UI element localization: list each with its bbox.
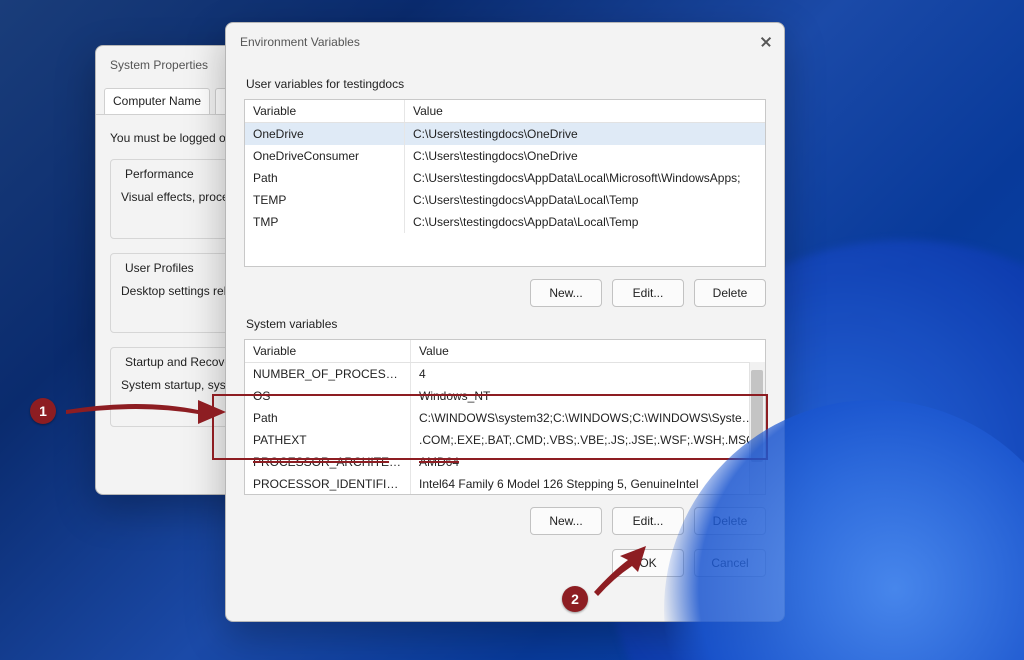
cell-value: C:\Users\testingdocs\AppData\Local\Micro… xyxy=(405,167,765,189)
cell-variable: OneDriveConsumer xyxy=(245,145,405,167)
cell-variable: Path xyxy=(245,167,405,189)
user-vars-label: User variables for testingdocs xyxy=(246,77,766,91)
system-vars-label: System variables xyxy=(246,317,766,331)
envvars-titlebar: Environment Variables xyxy=(226,23,784,61)
user-new-button[interactable]: New... xyxy=(530,279,602,307)
cell-value: Intel64 Family 6 Model 126 Stepping 5, G… xyxy=(411,473,765,495)
user-vars-buttons: New... Edit... Delete xyxy=(244,279,766,307)
system-vars-buttons: New... Edit... Delete xyxy=(244,507,766,535)
environment-variables-window: Environment Variables User variables for… xyxy=(225,22,785,622)
cell-variable: TEMP xyxy=(245,189,405,211)
cell-value: C:\Users\testingdocs\AppData\Local\Temp xyxy=(405,211,765,233)
user-edit-button[interactable]: Edit... xyxy=(612,279,684,307)
system-delete-button[interactable]: Delete xyxy=(694,507,766,535)
annotation-badge-1: 1 xyxy=(30,398,56,424)
table-row[interactable]: NUMBER_OF_PROCESSORS4 xyxy=(245,363,765,385)
cell-value: C:\Users\testingdocs\OneDrive xyxy=(405,145,765,167)
col-value[interactable]: Value xyxy=(405,100,765,122)
ok-button[interactable]: OK xyxy=(612,549,684,577)
table-row[interactable]: TMPC:\Users\testingdocs\AppData\Local\Te… xyxy=(245,211,765,233)
annotation-highlight-box xyxy=(212,394,768,460)
system-edit-button[interactable]: Edit... xyxy=(612,507,684,535)
cell-variable: NUMBER_OF_PROCESSORS xyxy=(245,363,411,385)
user-delete-button[interactable]: Delete xyxy=(694,279,766,307)
table-row[interactable]: OneDriveConsumerC:\Users\testingdocs\One… xyxy=(245,145,765,167)
table-row[interactable]: TEMPC:\Users\testingdocs\AppData\Local\T… xyxy=(245,189,765,211)
cell-value: C:\Users\testingdocs\AppData\Local\Temp xyxy=(405,189,765,211)
user-vars-list[interactable]: Variable Value OneDriveC:\Users\testingd… xyxy=(244,99,766,267)
cell-variable: PROCESSOR_IDENTIFIER xyxy=(245,473,411,495)
table-row[interactable]: OneDriveC:\Users\testingdocs\OneDrive xyxy=(245,123,765,145)
system-vars-header: Variable Value xyxy=(245,340,765,363)
envvars-title: Environment Variables xyxy=(240,35,360,49)
table-row[interactable]: PathC:\Users\testingdocs\AppData\Local\M… xyxy=(245,167,765,189)
sysprops-title: System Properties xyxy=(110,58,208,72)
cell-variable: TMP xyxy=(245,211,405,233)
performance-title: Performance xyxy=(121,167,198,181)
cell-value: 4 xyxy=(411,363,765,385)
cancel-button[interactable]: Cancel xyxy=(694,549,766,577)
cell-value: C:\Users\testingdocs\OneDrive xyxy=(405,123,765,145)
close-icon[interactable] xyxy=(758,34,774,50)
user-vars-header: Variable Value xyxy=(245,100,765,123)
system-new-button[interactable]: New... xyxy=(530,507,602,535)
cell-variable: OneDrive xyxy=(245,123,405,145)
col-variable[interactable]: Variable xyxy=(245,100,405,122)
tab-computer-name[interactable]: Computer Name xyxy=(104,88,210,114)
col-value-sys[interactable]: Value xyxy=(411,340,765,362)
dialog-buttons: OK Cancel xyxy=(244,549,766,577)
user-profiles-title: User Profiles xyxy=(121,261,198,275)
table-row[interactable]: PROCESSOR_IDENTIFIERIntel64 Family 6 Mod… xyxy=(245,473,765,495)
col-variable-sys[interactable]: Variable xyxy=(245,340,411,362)
